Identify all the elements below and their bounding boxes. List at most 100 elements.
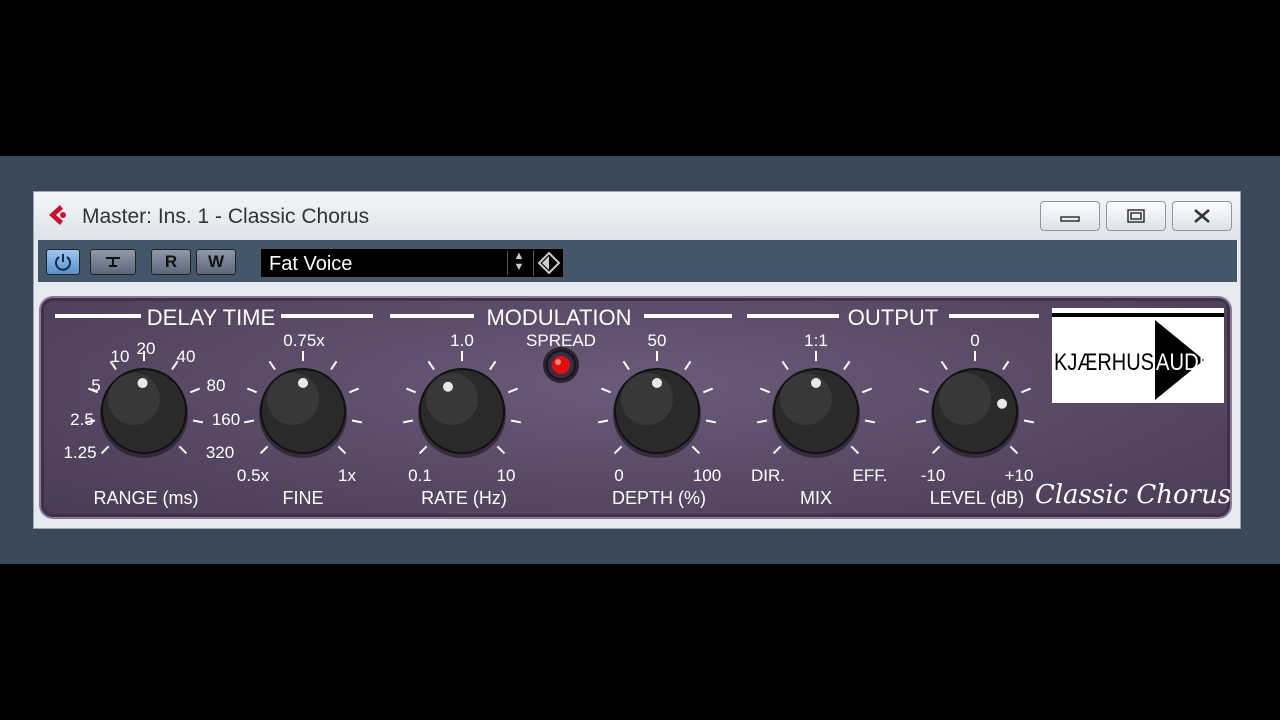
spread-led — [552, 356, 570, 374]
knob-tick — [330, 360, 338, 371]
knob-fine-label: FINE — [282, 488, 323, 508]
knob-fine-min-label: 0.5x — [237, 466, 270, 485]
kjaerhus-audio-logo: KJÆRHUS AUDIO — [1052, 308, 1224, 403]
knob-tick — [600, 387, 612, 394]
knob-tick — [850, 445, 860, 455]
knob-indicator — [443, 381, 453, 392]
knob-rate-top-label: 1.0 — [450, 331, 474, 350]
knob-tick — [489, 360, 497, 371]
knob-depth-label: DEPTH (%) — [612, 488, 706, 508]
knob-level[interactable] — [915, 351, 1035, 458]
knob-tick — [189, 387, 201, 394]
knob-tick — [684, 360, 692, 371]
knob-tick — [510, 419, 522, 424]
knob-depth-min-label: 0 — [614, 466, 623, 485]
knob-tick — [243, 419, 255, 424]
preset-selector[interactable]: Fat Voice ▲ ▼ — [260, 248, 564, 278]
knob-fine-top-label: 0.75x — [283, 331, 325, 350]
knob-rate-min-label: 0.1 — [408, 466, 432, 485]
knob-depth[interactable] — [597, 351, 717, 458]
knob-mix-label: MIX — [800, 488, 832, 508]
product-name: Classic Chorus — [1035, 480, 1230, 510]
chorus-panel: DELAY TIME MODULATION OUTPUT RANGE (ms) 1… — [41, 298, 1230, 517]
knob-tick — [496, 445, 506, 455]
power-icon — [55, 254, 71, 271]
knob-tick — [268, 360, 276, 371]
knob-depth-max-label: 100 — [693, 466, 721, 485]
knob-tick — [940, 360, 948, 371]
bypass-button[interactable] — [90, 249, 136, 275]
spread-button[interactable] — [543, 347, 579, 383]
preset-stepper[interactable]: ▲ ▼ — [507, 251, 530, 275]
maximize-icon — [1127, 209, 1145, 223]
knob-tick — [192, 419, 204, 424]
range-tick-label: 5 — [91, 376, 100, 395]
knob-tick — [1009, 445, 1019, 455]
section-delay-time: DELAY TIME — [55, 305, 373, 330]
logo-text-right: AUDIO — [1156, 349, 1220, 376]
knob-mix-min-label: DIR. — [751, 466, 785, 485]
knob-tick — [178, 445, 188, 455]
knob-tick — [418, 445, 428, 455]
knob-fine-max-label: 1x — [338, 466, 356, 485]
knob-tick — [772, 445, 782, 455]
section-output-label: OUTPUT — [848, 305, 938, 330]
knob-tick — [843, 360, 851, 371]
plugin-toolbar: R W Fat Voice ▲ ▼ — [38, 240, 1237, 282]
knob-indicator — [652, 378, 662, 388]
range-tick-label: 160 — [212, 410, 240, 429]
knob-tick — [759, 387, 771, 394]
preset-menu-icon — [537, 251, 561, 275]
knob-level-label: LEVEL (dB) — [930, 488, 1024, 508]
preset-menu-button[interactable] — [533, 250, 564, 276]
knob-mix[interactable] — [756, 351, 876, 458]
knob-indicator — [298, 378, 308, 388]
knob-tick — [246, 387, 258, 394]
maximize-button[interactable] — [1106, 201, 1166, 231]
knob-tick — [781, 360, 789, 371]
knob-level-min-label: -10 — [921, 466, 946, 485]
write-automation-button[interactable]: W — [196, 249, 236, 275]
minimize-button[interactable] — [1040, 201, 1100, 231]
range-tick-label: 1.25 — [63, 443, 96, 462]
knob-tick — [507, 387, 519, 394]
plugin-window: Master: Ins. 1 - Classic Chorus R W Fat … — [33, 191, 1241, 529]
knob-mix-max-label: EFF. — [853, 466, 888, 485]
knob-tick — [691, 445, 701, 455]
knob-tick — [918, 387, 930, 394]
knob-rate-label: RATE (Hz) — [421, 488, 507, 508]
knob-tick — [405, 387, 417, 394]
window-title: Master: Ins. 1 - Classic Chorus — [82, 205, 370, 228]
range-tick-label: 40 — [177, 347, 196, 366]
minimize-icon — [1060, 216, 1080, 222]
section-delay-time-label: DELAY TIME — [147, 305, 275, 330]
power-button[interactable] — [46, 249, 80, 275]
knob-tick — [702, 387, 714, 394]
range-tick-label: 20 — [137, 339, 156, 358]
knob-rate[interactable] — [402, 351, 522, 458]
close-button[interactable] — [1172, 201, 1232, 231]
knob-range[interactable] — [84, 351, 204, 458]
knob-tick — [1002, 360, 1010, 371]
section-output: OUTPUT — [747, 305, 1039, 330]
knob-tick — [337, 445, 347, 455]
knob-tick — [622, 360, 630, 371]
read-automation-button[interactable]: R — [151, 249, 191, 275]
knob-fine[interactable] — [243, 351, 363, 458]
knob-tick — [1020, 387, 1032, 394]
range-tick-label: 2.5 — [70, 410, 94, 429]
cubase-logo-icon — [49, 205, 66, 225]
knob-level-max-label: +10 — [1005, 466, 1034, 485]
knob-tick — [864, 419, 876, 424]
range-tick-label: 10 — [111, 347, 130, 366]
arrow-down-icon[interactable]: ▼ — [514, 261, 525, 273]
section-modulation: MODULATION — [390, 305, 732, 330]
title-bar[interactable]: Master: Ins. 1 - Classic Chorus — [34, 192, 1240, 240]
knob-tick — [402, 419, 414, 424]
knob-indicator — [997, 398, 1008, 409]
knob-tick — [351, 419, 363, 424]
close-icon — [1194, 209, 1210, 223]
knob-tick — [705, 419, 717, 424]
knob-tick — [931, 445, 941, 455]
knob-depth-top-label: 50 — [648, 331, 667, 350]
